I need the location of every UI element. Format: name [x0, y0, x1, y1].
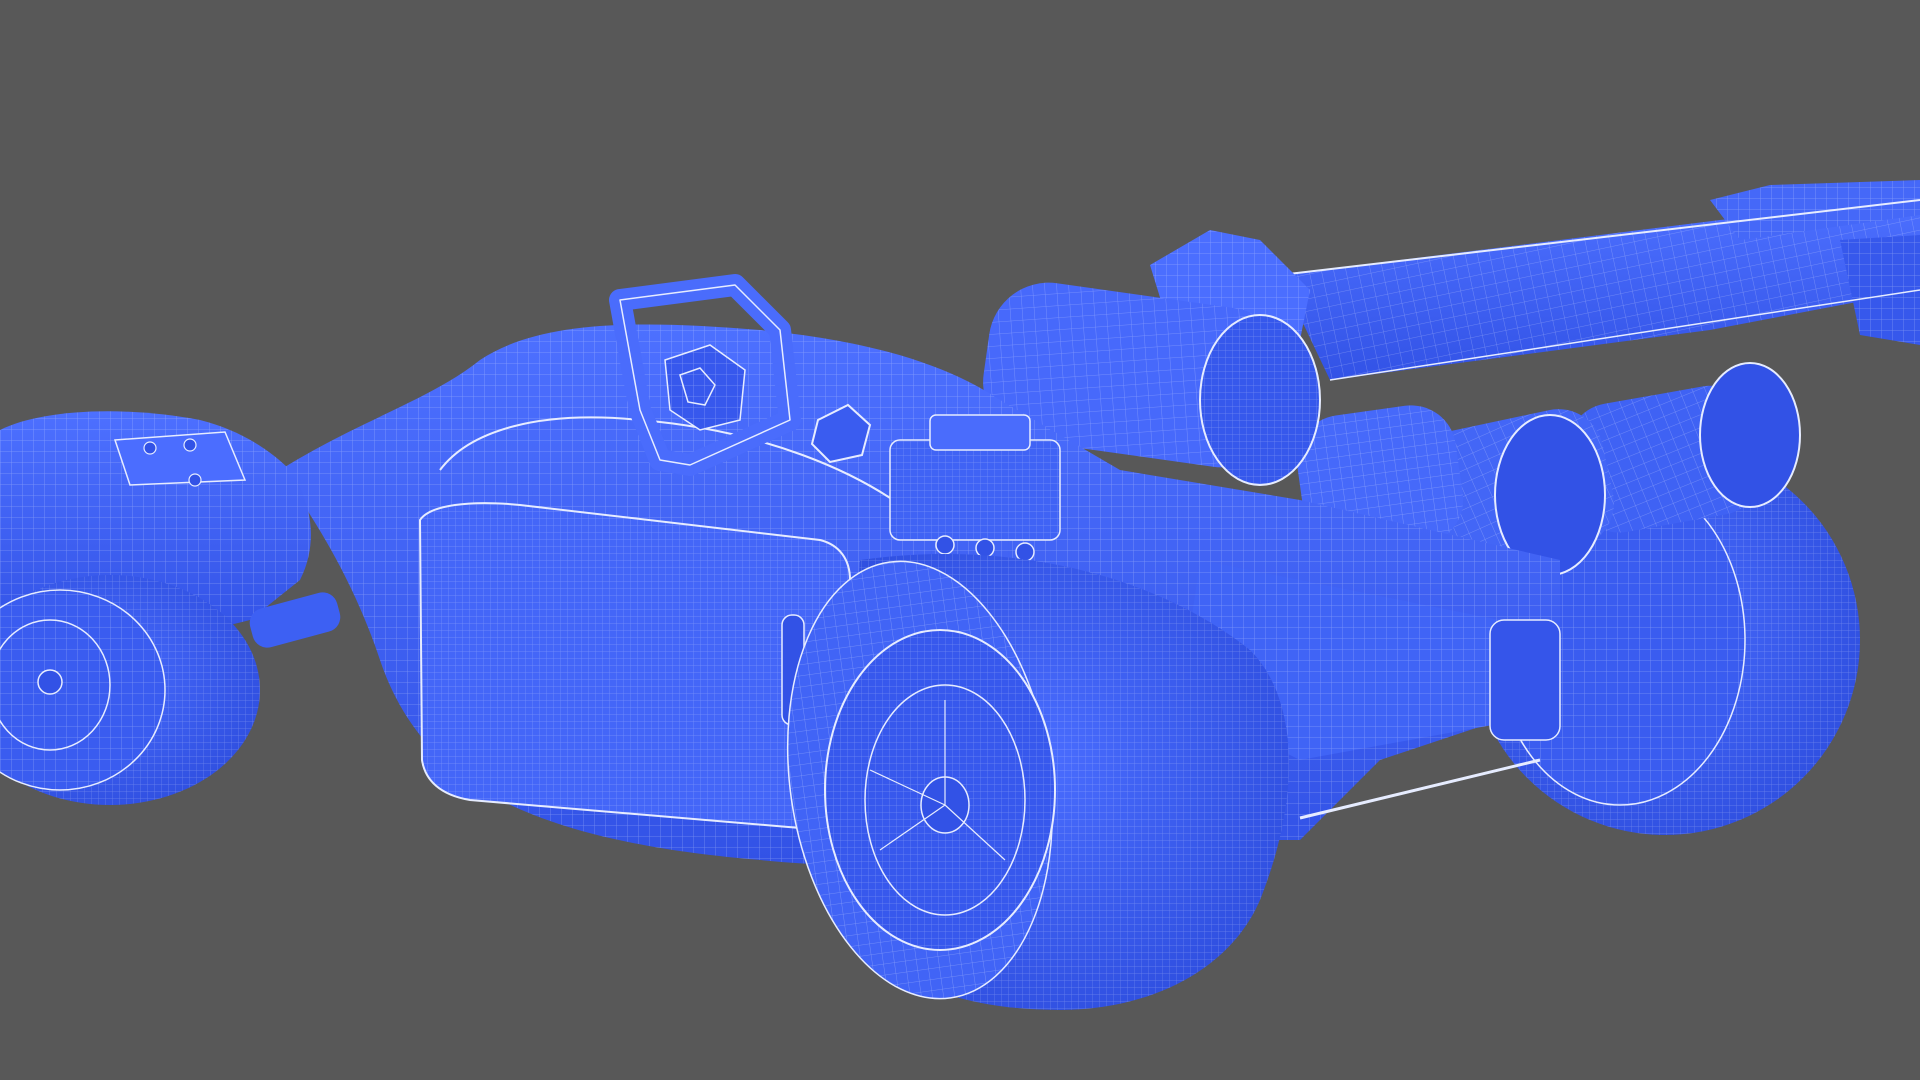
rear-wing[interactable] — [1279, 180, 1920, 381]
3d-viewport[interactable] — [0, 0, 1920, 1080]
race-car-wireframe-model[interactable] — [0, 0, 1920, 1080]
